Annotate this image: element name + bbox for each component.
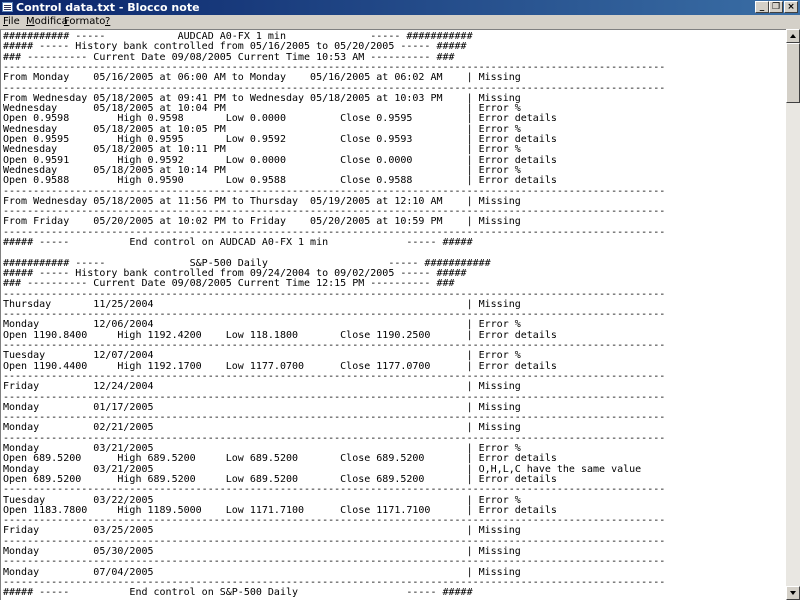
close-button[interactable]: ×: [784, 1, 798, 13]
scroll-thumb[interactable]: [786, 43, 800, 103]
maximize-button[interactable]: ❒: [769, 1, 783, 13]
menu-help[interactable]: ?: [105, 15, 110, 29]
text-line: Monday 02/21/2005 | Missing: [3, 422, 521, 434]
text-line: From Monday 05/16/2005 at 06:00 AM to Mo…: [3, 72, 521, 84]
text-line: ----------------------------------------…: [3, 82, 666, 94]
menu-modifica-mnemonic: M: [26, 16, 35, 27]
scroll-up-button[interactable]: [786, 29, 800, 43]
menu-formato[interactable]: Formato: [64, 15, 105, 29]
text-line: ----------------------------------------…: [3, 288, 666, 300]
text-line: Open 689.5200 High 689.5200 Low 689.5200…: [3, 453, 557, 465]
text-line: Monday 12/06/2004 | Error %: [3, 319, 521, 331]
text-line: Wednesday 05/18/2005 at 10:11 PM | Error…: [3, 144, 521, 156]
text-line: ----------------------------------------…: [3, 391, 666, 403]
scroll-down-button[interactable]: [786, 586, 800, 600]
text-editor[interactable]: ########### ----- AUDCAD A0-FX 1 min ---…: [0, 29, 786, 600]
menu-file[interactable]: File: [3, 15, 20, 29]
menu-modifica[interactable]: Modifica: [26, 15, 68, 29]
menu-bar: File Modifica Formato ?: [0, 15, 800, 29]
text-line: ----------------------------------------…: [3, 185, 666, 197]
menu-file-label: ile: [8, 16, 20, 27]
menu-modifica-label: odifica: [34, 16, 68, 27]
text-line: Friday 12/24/2004 | Missing: [3, 381, 521, 393]
text-line: Open 0.9598 High 0.9598 Low 0.0000 Close…: [3, 113, 557, 125]
text-line: Friday 03/25/2005 | Missing: [3, 525, 521, 537]
text-line: ##### ----- End control on S&P-500 Daily…: [3, 587, 473, 599]
text-line: Tuesday 12/07/2004 | Error %: [3, 350, 521, 362]
arrow-up-icon: [790, 34, 796, 38]
vertical-scrollbar[interactable]: [786, 29, 800, 600]
text-line: From Friday 05/20/2005 at 10:02 PM to Fr…: [3, 216, 521, 228]
text-line: ##### ----- History bank controlled from…: [3, 41, 467, 53]
window-title: Control data.txt - Blocco note: [16, 1, 200, 14]
arrow-down-icon: [790, 591, 796, 595]
notepad-icon[interactable]: [2, 2, 13, 12]
text-line: ----------------------------------------…: [3, 556, 666, 568]
menu-formato-label: ormato: [69, 16, 106, 27]
minimize-button[interactable]: _: [755, 1, 769, 13]
title-bar[interactable]: Control data.txt - Blocco note _ ❒ ×: [0, 0, 800, 15]
menu-help-label: ?: [105, 16, 111, 27]
text-line: Tuesday 03/22/2005 | Error %: [3, 494, 521, 506]
text-line: Open 0.9588 High 0.9590 Low 0.9588 Close…: [3, 175, 557, 187]
text-line: ----------------------------------------…: [3, 484, 666, 496]
text-line: ##### ----- End control on AUDCAD A0-FX …: [3, 237, 473, 248]
text-line: ### ---------- Current Date 09/08/2005 C…: [3, 278, 455, 290]
